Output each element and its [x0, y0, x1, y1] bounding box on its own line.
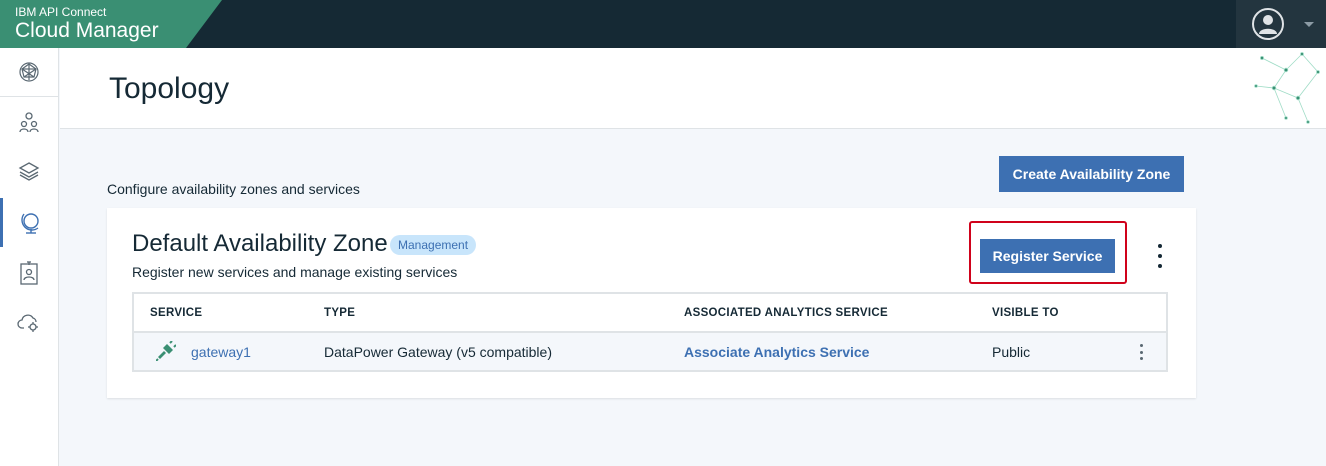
brand-title: Cloud Manager: [15, 19, 159, 42]
associate-analytics-link[interactable]: Associate Analytics Service: [684, 344, 869, 360]
service-name-link[interactable]: gateway1: [191, 344, 251, 360]
user-avatar-icon[interactable]: [1252, 8, 1284, 40]
sidebar: [0, 48, 59, 466]
network-decoration-icon: [1254, 52, 1320, 124]
services-table: SERVICE TYPE ASSOCIATED ANALYTICS SERVIC…: [132, 292, 1168, 372]
column-header-visible-to[interactable]: VISIBLE TO: [992, 307, 1059, 319]
sidebar-item-users[interactable]: [0, 97, 58, 146]
id-badge-icon: [20, 260, 38, 285]
service-type: DataPower Gateway (v5 compatible): [324, 344, 552, 360]
availability-zone-card: Default Availability Zone Management Reg…: [107, 208, 1196, 398]
page-title: Topology: [109, 72, 230, 105]
register-service-button[interactable]: Register Service: [980, 239, 1115, 273]
layers-icon: [18, 161, 40, 181]
table-header: SERVICE TYPE ASSOCIATED ANALYTICS SERVIC…: [134, 294, 1166, 333]
brand-subtitle: IBM API Connect: [15, 5, 107, 19]
user-menu[interactable]: [1236, 0, 1326, 48]
column-header-type[interactable]: TYPE: [324, 307, 355, 319]
cloud-gear-icon: [17, 314, 38, 332]
page-header: Topology: [60, 48, 1326, 129]
zone-title: Default Availability Zone: [132, 230, 388, 257]
zone-subtitle: Register new services and manage existin…: [132, 264, 458, 280]
brand-logo[interactable]: IBM API Connect Cloud Manager: [0, 0, 222, 48]
row-overflow-menu-icon[interactable]: [1138, 344, 1144, 360]
sidebar-item-resources[interactable]: [0, 146, 58, 195]
gateway-plug-icon: [156, 341, 176, 361]
column-header-service[interactable]: SERVICE: [150, 307, 202, 319]
top-bar: IBM API Connect Cloud Manager: [0, 0, 1326, 48]
chevron-down-icon[interactable]: [1304, 22, 1314, 27]
sidebar-item-dashboard[interactable]: [0, 48, 58, 97]
visibility-value: Public: [992, 344, 1031, 360]
sidebar-item-settings[interactable]: [0, 298, 58, 347]
sidebar-item-member[interactable]: [0, 248, 58, 297]
zone-badge: Management: [390, 235, 477, 255]
globe-stand-icon: [20, 212, 39, 234]
zone-overflow-menu-icon[interactable]: [1153, 244, 1167, 268]
sidebar-item-topology[interactable]: [0, 198, 58, 247]
globe-network-icon: [19, 62, 39, 82]
table-row[interactable]: gateway1 DataPower Gateway (v5 compatibl…: [134, 333, 1166, 370]
column-header-analytics[interactable]: ASSOCIATED ANALYTICS SERVICE: [684, 307, 888, 319]
page-intro: Configure availability zones and service…: [107, 181, 360, 197]
create-availability-zone-button[interactable]: Create Availability Zone: [999, 156, 1184, 192]
users-icon: [19, 111, 39, 132]
